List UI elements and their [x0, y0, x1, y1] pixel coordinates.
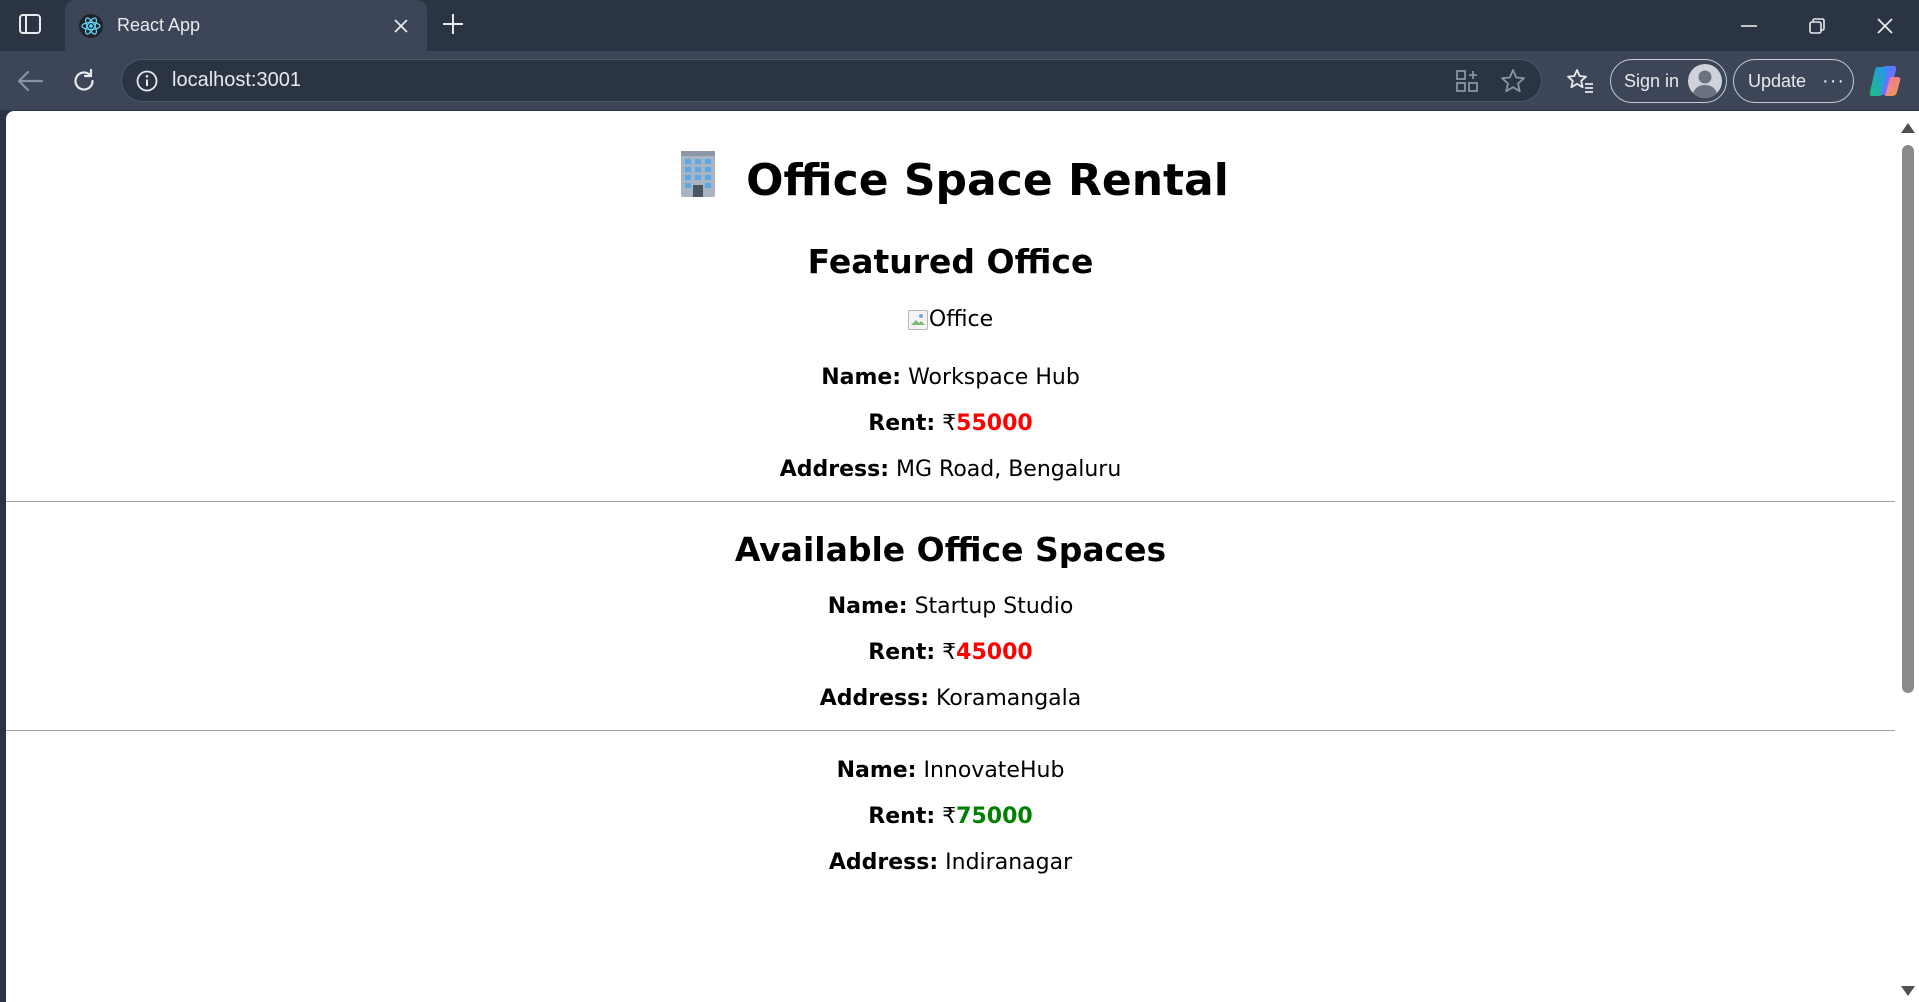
profile-avatar-icon [1688, 64, 1723, 98]
new-tab-icon[interactable] [437, 8, 469, 40]
minimize-icon[interactable] [1715, 0, 1783, 51]
featured-address: Address: MG Road, Bengaluru [779, 457, 1122, 482]
office-name: Name: InnovateHub [836, 758, 1065, 783]
site-info-icon[interactable] [134, 68, 160, 94]
tab-actions-icon[interactable] [14, 10, 46, 38]
office-rent-value: 75000 [956, 804, 1033, 829]
copilot-icon[interactable] [1867, 63, 1903, 99]
page-viewport: Office Space Rental Featured Office Offi… [6, 111, 1919, 1002]
scroll-thumb[interactable] [1902, 145, 1914, 693]
office-rent: Rent: ₹75000 [868, 804, 1033, 829]
office-rent-value: 45000 [956, 640, 1033, 665]
office-rent: Rent: ₹45000 [868, 640, 1033, 665]
office-building-icon [672, 147, 724, 215]
office-card: Name: Startup Studio Rent: ₹45000 Addres… [6, 592, 1895, 714]
office-card: Name: InnovateHub Rent: ₹75000 Address: … [6, 756, 1895, 878]
divider [6, 501, 1895, 502]
scroll-up-arrow-icon[interactable] [1901, 123, 1915, 133]
restore-icon[interactable] [1783, 0, 1851, 51]
sign-in-button[interactable]: Sign in [1610, 59, 1727, 103]
featured-rent: Rent: ₹55000 [868, 411, 1033, 436]
divider [6, 730, 1895, 731]
page-title-text: Office Space Rental [746, 155, 1229, 206]
update-button[interactable]: Update ··· [1733, 59, 1854, 103]
office-name: Name: Startup Studio [827, 594, 1074, 619]
reload-icon[interactable] [66, 63, 102, 99]
vertical-scrollbar[interactable] [1895, 111, 1919, 1002]
close-window-icon[interactable] [1851, 0, 1919, 51]
tab-strip: React App [0, 0, 1919, 51]
url-text[interactable]: localhost:3001 [172, 69, 1449, 92]
app-available-icon[interactable] [1449, 63, 1485, 99]
broken-image-icon [907, 309, 928, 330]
update-label: Update [1748, 70, 1807, 91]
featured-name: Name: Workspace Hub [821, 365, 1080, 390]
tab-title: React App [117, 15, 201, 35]
office-address: Address: Indiranagar [828, 850, 1073, 875]
react-logo-icon [77, 12, 105, 40]
page-title: Office Space Rental [6, 151, 1895, 211]
office-address: Address: Koramangala [819, 686, 1082, 711]
favorites-icon[interactable] [1562, 63, 1598, 99]
address-bar[interactable]: localhost:3001 [121, 59, 1542, 102]
featured-office-image: Office [6, 307, 1895, 337]
back-arrow-icon[interactable] [12, 63, 48, 99]
featured-heading: Featured Office [807, 242, 1094, 281]
favorite-star-icon[interactable] [1495, 63, 1531, 99]
tab-react-app[interactable]: React App [65, 0, 427, 51]
close-tab-icon[interactable] [387, 12, 415, 40]
featured-image-alt: Office [928, 307, 994, 332]
featured-rent-value: 55000 [956, 411, 1033, 436]
page-content: Office Space Rental Featured Office Offi… [6, 151, 1895, 878]
more-options-icon[interactable]: ··· [1822, 70, 1845, 93]
sign-in-label: Sign in [1624, 70, 1680, 91]
scroll-down-arrow-icon[interactable] [1901, 986, 1915, 996]
available-heading: Available Office Spaces [734, 530, 1167, 569]
window-controls [1715, 0, 1919, 51]
browser-toolbar: localhost:3001 Sign in Update ··· [0, 51, 1919, 110]
